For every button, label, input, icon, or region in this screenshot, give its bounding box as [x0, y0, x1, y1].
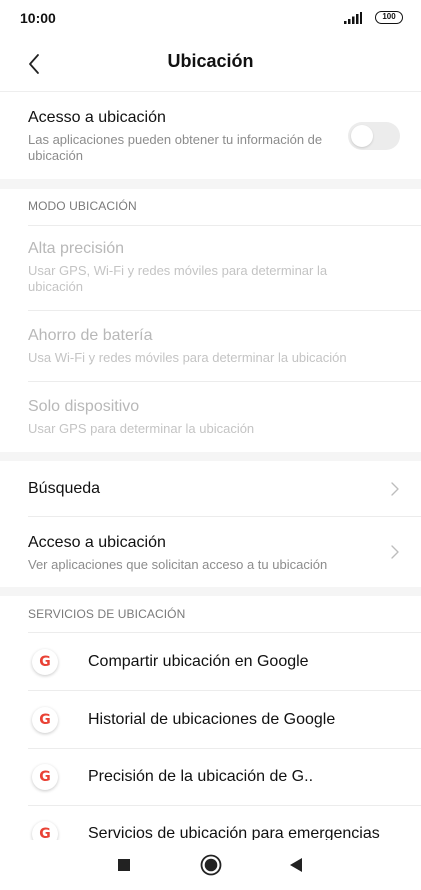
- location-access-subtitle: Las aplicaciones pueden obtener tu infor…: [28, 132, 323, 163]
- service-share-location[interactable]: G Compartir ubicación en Google: [0, 633, 421, 690]
- back-triangle-icon[interactable]: [289, 857, 303, 873]
- mode-section-label: MODO UBICACIÓN: [28, 199, 137, 213]
- mode-device-only-title: Solo dispositivo: [28, 398, 140, 415]
- location-access-toggle[interactable]: [348, 122, 400, 150]
- toggle-knob: [351, 125, 373, 147]
- recents-square-icon[interactable]: [117, 858, 131, 872]
- battery-level: 100: [382, 12, 396, 21]
- battery-icon: 100: [375, 11, 403, 24]
- section-gap: [0, 452, 421, 461]
- location-access-title: Acesso a ubicación: [28, 109, 166, 126]
- chevron-right-icon: [391, 545, 399, 559]
- status-bar: 10:00 100: [0, 0, 421, 36]
- google-icon: G: [32, 764, 58, 790]
- section-gap: [0, 587, 421, 596]
- service-emergency-location[interactable]: G Servicios de ubicación para emergencia…: [0, 806, 421, 840]
- service-location-history[interactable]: G Historial de ubicaciones de Google: [0, 691, 421, 748]
- mode-battery-saving-title: Ahorro de batería: [28, 327, 153, 344]
- search-title: Búsqueda: [28, 480, 101, 497]
- navigation-bar: [0, 840, 421, 890]
- service-share-location-title: Compartir ubicación en Google: [88, 653, 309, 670]
- service-location-history-title: Historial de ubicaciones de Google: [88, 711, 336, 728]
- page-title: Ubicación: [167, 51, 254, 71]
- google-icon: G: [32, 707, 58, 733]
- google-icon: G: [32, 821, 58, 840]
- services-section-label: SERVICIOS DE UBICACIÓN: [28, 607, 186, 621]
- service-location-accuracy[interactable]: G Precisión de la ubicación de G..: [0, 749, 421, 805]
- mode-device-only: Solo dispositivo Usar GPS para determina…: [0, 382, 421, 452]
- signal-icon: [344, 12, 362, 24]
- chevron-right-icon: [391, 482, 399, 496]
- app-location-access-title: Acceso a ubicación: [28, 534, 166, 551]
- section-gap: [0, 179, 421, 189]
- app-location-access-row[interactable]: Acceso a ubicación Ver aplicaciones que …: [0, 517, 421, 587]
- mode-high-accuracy-title: Alta precisión: [28, 240, 125, 257]
- mode-high-accuracy: Alta precisión Usar GPS, Wi-Fi y redes m…: [0, 226, 421, 310]
- mode-battery-saving: Ahorro de batería Usa Wi-Fi y redes móvi…: [0, 311, 421, 381]
- mode-battery-saving-subtitle: Usa Wi-Fi y redes móviles para determina…: [28, 350, 347, 365]
- app-location-access-subtitle: Ver aplicaciones que solicitan acceso a …: [28, 557, 328, 572]
- header: Ubicación: [0, 36, 421, 92]
- google-icon: G: [32, 649, 58, 675]
- mode-device-only-subtitle: Usar GPS para determinar la ubicación: [28, 421, 255, 436]
- service-emergency-location-title: Servicios de ubicación para emergencias: [88, 825, 380, 840]
- service-location-accuracy-title: Precisión de la ubicación de G..: [88, 768, 314, 785]
- home-circle-icon[interactable]: [200, 854, 222, 876]
- mode-high-accuracy-subtitle: Usar GPS, Wi-Fi y redes móviles para det…: [28, 263, 328, 294]
- search-row[interactable]: Búsqueda: [0, 461, 421, 516]
- status-time: 10:00: [20, 10, 56, 26]
